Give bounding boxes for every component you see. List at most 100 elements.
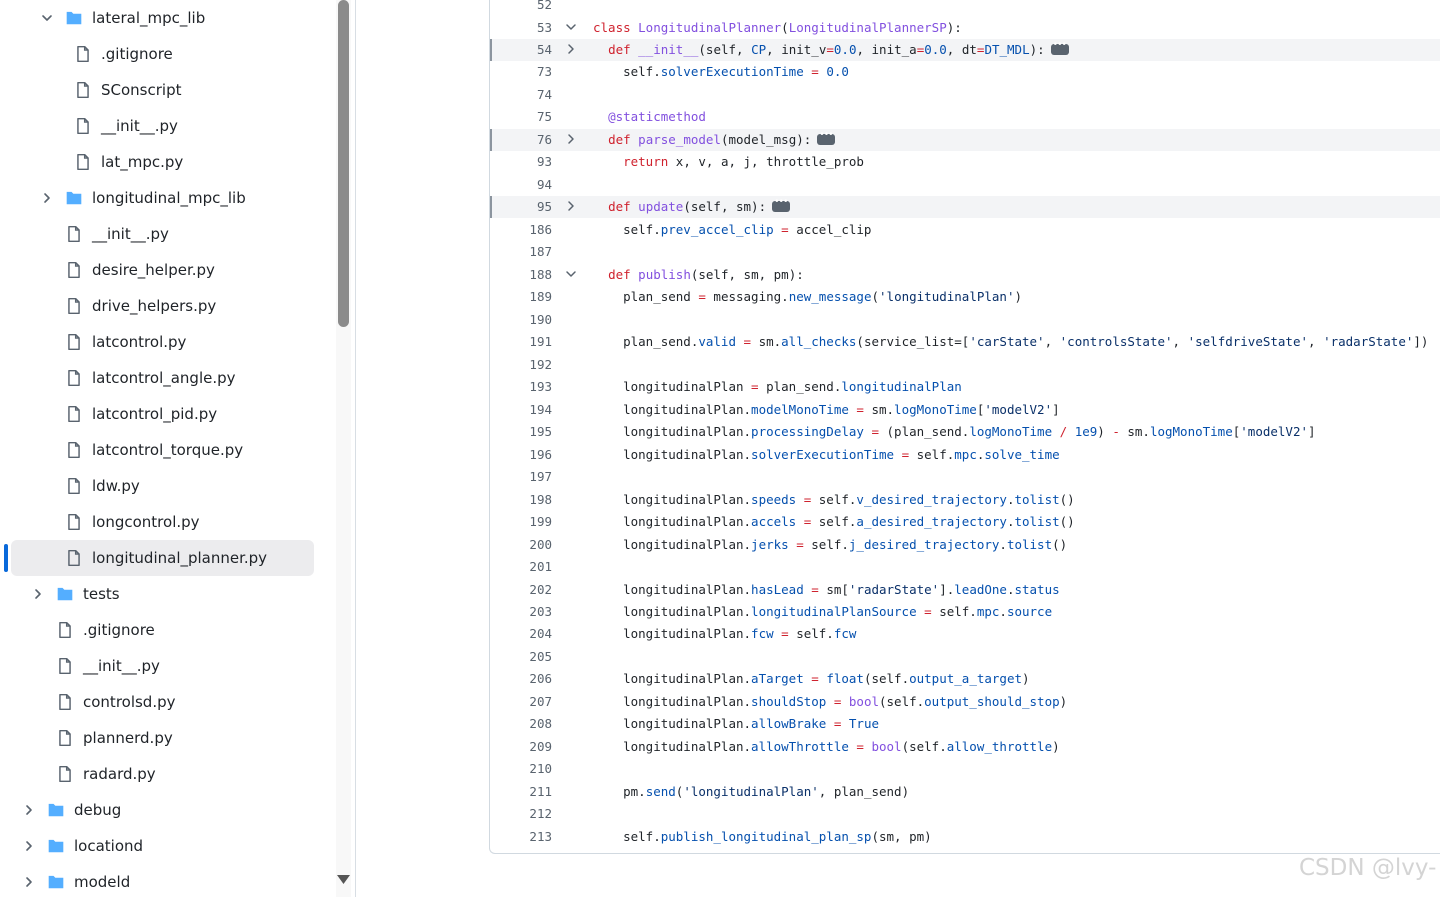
code-line: 73 self.solverExecutionTime = 0.0 (490, 61, 1440, 83)
line-number[interactable]: 201 (490, 559, 552, 574)
chevron-right-icon[interactable] (21, 838, 37, 854)
line-number[interactable]: 191 (490, 334, 552, 349)
code-text: class LongitudinalPlanner(LongitudinalPl… (593, 19, 962, 35)
line-number[interactable]: 203 (490, 604, 552, 619)
scrollbar-thumb[interactable] (338, 0, 349, 327)
line-number[interactable]: 94 (490, 177, 552, 192)
tree-item-label: longcontrol.py (92, 513, 200, 531)
tree-file[interactable]: .gitignore (0, 612, 336, 648)
line-number[interactable]: 190 (490, 312, 552, 327)
tree-file[interactable]: .gitignore (0, 36, 336, 72)
tree-file[interactable]: longcontrol.py (0, 504, 336, 540)
code-line: 93 return x, v, a, j, throttle_prob (490, 151, 1440, 173)
line-number[interactable]: 199 (490, 514, 552, 529)
line-number[interactable]: 95 (490, 199, 552, 214)
line-number[interactable]: 204 (490, 626, 552, 641)
tree-folder[interactable]: longitudinal_mpc_lib (0, 180, 336, 216)
fold-chevron-down-icon[interactable] (564, 267, 578, 281)
file-icon (74, 153, 92, 171)
tree-file[interactable]: longitudinal_planner.py (0, 540, 336, 576)
code-line: 213 self.publish_longitudinal_plan_sp(sm… (490, 826, 1440, 848)
tree-file[interactable]: radard.py (0, 756, 336, 792)
tree-item-label: debug (74, 801, 122, 819)
file-icon (65, 261, 83, 279)
selected-row-indicator (4, 544, 8, 572)
code-text: longitudinalPlan.modelMonoTime = sm.logM… (593, 401, 1060, 417)
line-number[interactable]: 73 (490, 64, 552, 79)
code-text: longitudinalPlan.jerks = self.j_desired_… (593, 536, 1068, 552)
line-number[interactable]: 212 (490, 806, 552, 821)
file-icon (65, 225, 83, 243)
line-number[interactable]: 197 (490, 469, 552, 484)
expand-folded-code-icon[interactable] (1050, 40, 1069, 55)
line-number[interactable]: 188 (490, 267, 552, 282)
line-number[interactable]: 194 (490, 402, 552, 417)
sidebar-scrollbar[interactable] (336, 0, 351, 897)
tree-file[interactable]: __init__.py (0, 648, 336, 684)
line-number[interactable]: 207 (490, 694, 552, 709)
tree-file[interactable]: ldw.py (0, 468, 336, 504)
line-number[interactable]: 200 (490, 537, 552, 552)
scroll-down-arrow-icon[interactable] (336, 872, 351, 887)
tree-folder[interactable]: debug (0, 792, 336, 828)
line-number[interactable]: 192 (490, 357, 552, 372)
tree-file[interactable]: __init__.py (0, 108, 336, 144)
file-icon (74, 45, 92, 63)
line-number[interactable]: 187 (490, 244, 552, 259)
line-number[interactable]: 198 (490, 492, 552, 507)
tree-folder[interactable]: modeld (0, 864, 336, 897)
line-number[interactable]: 202 (490, 582, 552, 597)
line-number[interactable]: 206 (490, 671, 552, 686)
chevron-down-icon[interactable] (39, 10, 55, 26)
chevron-right-icon[interactable] (30, 586, 46, 602)
fold-chevron-down-icon[interactable] (564, 20, 578, 34)
chevron-right-icon[interactable] (21, 802, 37, 818)
line-number[interactable]: 211 (490, 784, 552, 799)
line-number[interactable]: 195 (490, 424, 552, 439)
line-number[interactable]: 93 (490, 154, 552, 169)
line-number[interactable]: 208 (490, 716, 552, 731)
tree-file[interactable]: latcontrol_pid.py (0, 396, 336, 432)
line-number[interactable]: 189 (490, 289, 552, 304)
tree-file[interactable]: __init__.py (0, 216, 336, 252)
tree-folder[interactable]: locationd (0, 828, 336, 864)
line-number[interactable]: 54 (490, 42, 552, 57)
line-number[interactable]: 213 (490, 829, 552, 844)
code-line: 186 self.prev_accel_clip = accel_clip (490, 219, 1440, 241)
line-number[interactable]: 52 (490, 0, 552, 12)
tree-item-label: __init__.py (83, 657, 160, 675)
tree-file[interactable]: drive_helpers.py (0, 288, 336, 324)
tree-file[interactable]: plannerd.py (0, 720, 336, 756)
tree-folder[interactable]: tests (0, 576, 336, 612)
line-number[interactable]: 210 (490, 761, 552, 776)
expand-folded-code-icon[interactable] (772, 197, 791, 213)
expand-folded-code-icon[interactable] (817, 130, 836, 145)
line-number[interactable]: 186 (490, 222, 552, 237)
tree-item-label: locationd (74, 837, 144, 855)
file-tree: lateral_mpc_lib .gitignore SConscript __ini… (0, 0, 336, 897)
panel-divider (355, 0, 356, 897)
chevron-right-icon[interactable] (39, 190, 55, 206)
tree-folder[interactable]: lateral_mpc_lib (0, 0, 336, 36)
tree-file[interactable]: SConscript (0, 72, 336, 108)
fold-chevron-right-icon[interactable] (564, 132, 578, 146)
code-line: 206 longitudinalPlan.aTarget = float(sel… (490, 668, 1440, 690)
line-number[interactable]: 74 (490, 87, 552, 102)
fold-chevron-right-icon[interactable] (564, 199, 578, 213)
tree-file[interactable]: controlsd.py (0, 684, 336, 720)
file-icon (56, 657, 74, 675)
line-number[interactable]: 193 (490, 379, 552, 394)
line-number[interactable]: 196 (490, 447, 552, 462)
fold-chevron-right-icon[interactable] (564, 42, 578, 56)
tree-file[interactable]: desire_helper.py (0, 252, 336, 288)
tree-file[interactable]: latcontrol_torque.py (0, 432, 336, 468)
line-number[interactable]: 53 (490, 20, 552, 35)
tree-file[interactable]: latcontrol.py (0, 324, 336, 360)
line-number[interactable]: 75 (490, 109, 552, 124)
line-number[interactable]: 205 (490, 649, 552, 664)
tree-file[interactable]: lat_mpc.py (0, 144, 336, 180)
line-number[interactable]: 209 (490, 739, 552, 754)
line-number[interactable]: 76 (490, 132, 552, 147)
tree-file[interactable]: latcontrol_angle.py (0, 360, 336, 396)
chevron-right-icon[interactable] (21, 874, 37, 890)
